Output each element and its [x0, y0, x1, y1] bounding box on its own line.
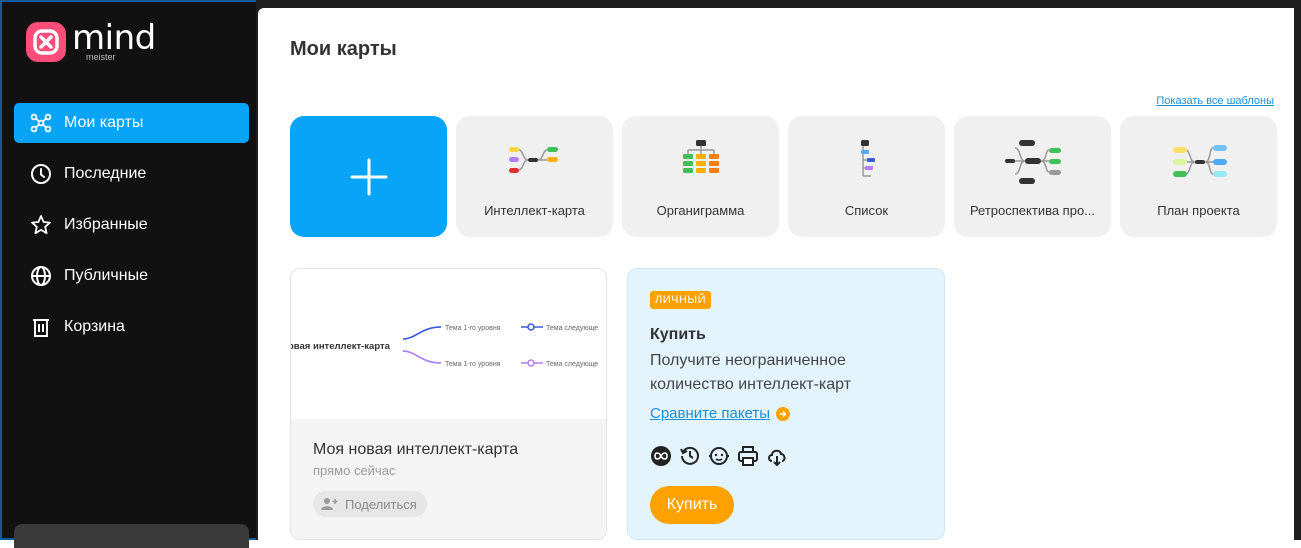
map-preview-graphic: овая интеллект-карта Тема 1-го уровня Те… — [291, 323, 598, 368]
mindmeister-logo-icon — [26, 22, 66, 62]
template-label: Список — [844, 203, 889, 218]
template-mindmap[interactable]: Интеллект-карта — [456, 116, 613, 237]
preview-root-text: овая интеллект-карта — [291, 341, 391, 352]
retrospective-template-icon — [1004, 140, 1061, 184]
sidebar: mind meister Мои карты Последние Избранн… — [0, 0, 256, 548]
project-plan-template-icon — [1172, 145, 1227, 177]
sidebar-item-public[interactable]: Публичные — [14, 256, 249, 296]
preview-topic-text: Тема следующе — [546, 361, 598, 368]
list-template-icon — [860, 140, 875, 177]
buy-button[interactable]: Купить — [650, 486, 734, 524]
mindmap-icon — [30, 112, 52, 134]
plus-icon — [350, 158, 387, 195]
sidebar-item-my-maps[interactable]: Мои карты — [14, 103, 249, 143]
sidebar-item-trash[interactable]: Корзина — [14, 307, 249, 347]
map-info: Моя новая интеллект-карта прямо сейчас П… — [291, 419, 606, 539]
template-project-plan[interactable]: План проекта — [1120, 116, 1277, 237]
template-list[interactable]: Список — [788, 116, 945, 237]
main-content: Мои карты Показать все шаблоны Интеллект… — [258, 8, 1294, 540]
clock-icon — [30, 163, 52, 185]
promo-title: Купить — [650, 326, 706, 343]
app-window: mind meister Мои карты Последние Избранн… — [0, 0, 1301, 548]
history-icon — [680, 446, 699, 465]
sidebar-nav: Мои карты Последние Избранные Публичные — [14, 103, 249, 358]
sidebar-item-recent[interactable]: Последние — [14, 154, 249, 194]
sidebar-item-label: Корзина — [64, 318, 125, 335]
globe-icon — [30, 265, 52, 287]
template-label: Ретроспектива про... — [969, 203, 1096, 218]
compare-plans-label: Сравните пакеты — [650, 405, 771, 422]
page-title: Мои карты — [290, 38, 397, 60]
star-icon — [30, 214, 52, 236]
sidebar-bottom-panel[interactable] — [14, 524, 249, 548]
trash-icon — [30, 316, 52, 338]
sidebar-item-label: Последние — [64, 165, 147, 182]
new-map-button[interactable] — [290, 116, 447, 237]
show-all-templates-link[interactable]: Показать все шаблоны — [1156, 95, 1274, 107]
map-name[interactable]: Моя новая интеллект-карта — [313, 441, 518, 459]
logo-subtitle: meister — [86, 52, 116, 62]
logo-text: mind — [72, 18, 156, 58]
upgrade-promo-card: ЛИЧНЫЙ Купить Получите неограниченное ко… — [627, 268, 945, 540]
sidebar-item-label: Избранные — [64, 216, 148, 233]
sidebar-item-label: Мои карты — [64, 114, 144, 131]
template-retrospective[interactable]: Ретроспектива про... — [954, 116, 1111, 237]
promo-description: Получите неограниченное количество интел… — [650, 352, 852, 393]
share-button[interactable]: Поделиться — [313, 491, 427, 517]
template-orgchart[interactable]: Органиграмма — [622, 116, 779, 237]
print-icon — [738, 446, 758, 466]
share-label: Поделиться — [345, 496, 417, 512]
mindmap-template-icon — [508, 147, 558, 173]
compare-plans-link[interactable]: Сравните пакеты — [650, 405, 791, 422]
support-icon — [709, 447, 729, 465]
plan-badge: ЛИЧНЫЙ — [650, 291, 712, 309]
preview-topic-text: Тема 1-го уровня — [445, 325, 501, 332]
template-label: Органиграмма — [656, 203, 745, 218]
map-preview: овая интеллект-карта Тема 1-го уровня Те… — [291, 269, 606, 419]
template-row: Интеллект-карта Органиграмма Список Ретр… — [290, 116, 1286, 237]
sidebar-item-favorites[interactable]: Избранные — [14, 205, 249, 245]
preview-topic-text: Тема следующе — [546, 325, 598, 332]
template-label: План проекта — [1157, 203, 1240, 218]
arrow-right-icon — [776, 406, 791, 421]
orgchart-template-icon — [682, 140, 719, 173]
add-user-icon — [321, 498, 338, 510]
map-card[interactable]: овая интеллект-карта Тема 1-го уровня Те… — [290, 268, 607, 540]
template-label: Интеллект-карта — [484, 203, 585, 218]
preview-topic-text: Тема 1-го уровня — [445, 361, 501, 368]
sidebar-item-label: Публичные — [64, 267, 148, 284]
infinity-icon — [651, 446, 671, 466]
feature-icons — [650, 445, 795, 467]
map-timestamp: прямо сейчас — [313, 463, 396, 478]
cloud-download-icon — [768, 449, 786, 467]
